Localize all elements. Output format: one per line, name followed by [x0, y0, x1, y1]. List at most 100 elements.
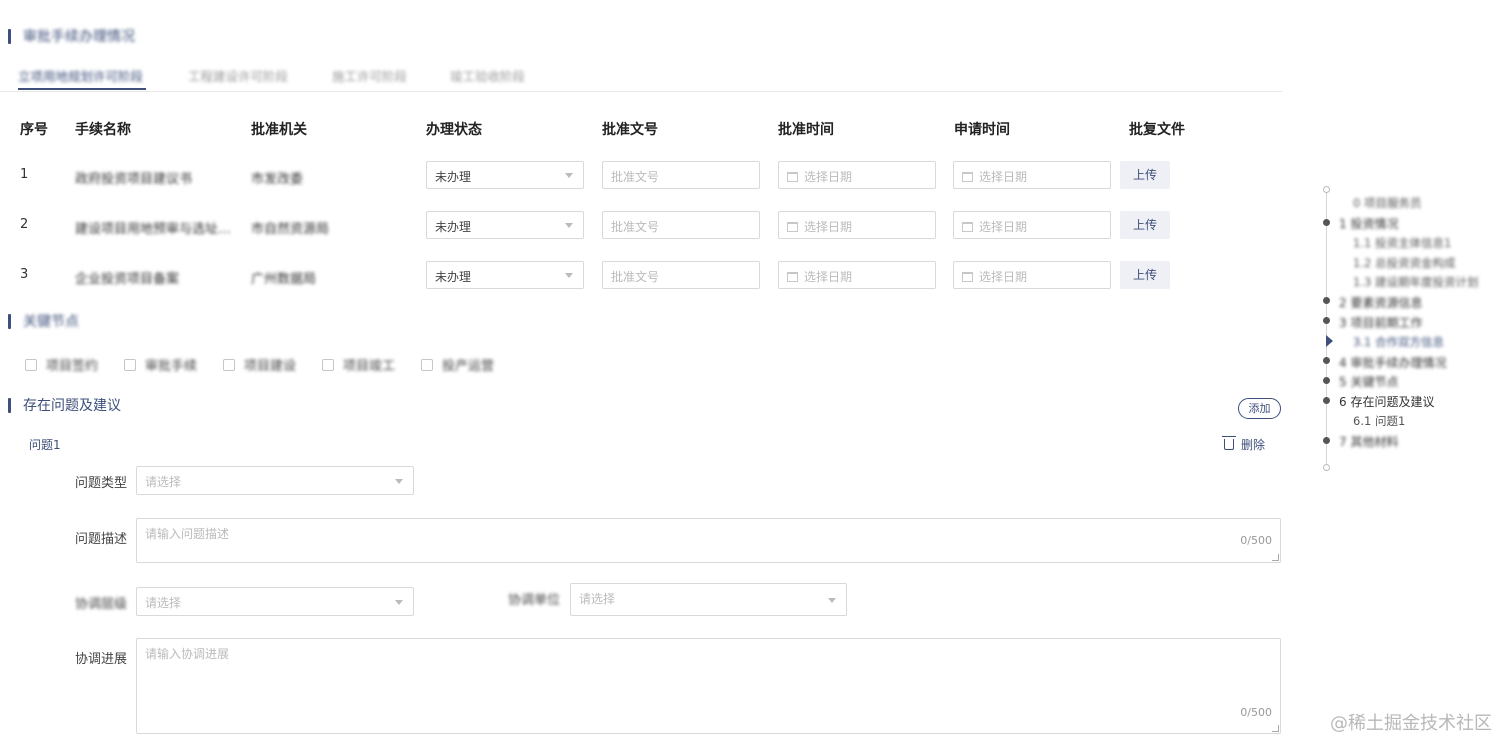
delete-label: 删除 [1241, 438, 1266, 452]
header-name: 手续名称 [75, 122, 131, 138]
upload-button[interactable]: 上传 [1120, 161, 1170, 189]
anchor-item[interactable]: 6 存在问题及建议 [1339, 393, 1434, 410]
anchor-item[interactable]: 1 投资情况 [1339, 215, 1398, 232]
anchor-item[interactable]: 1.3 建设期年度投资计划 [1353, 274, 1478, 290]
anchor-item[interactable]: 1.1 投资主体信息1 [1353, 235, 1451, 251]
add-problem-button[interactable]: 添加 [1238, 398, 1281, 419]
doc-no-input[interactable]: 批准文号 [602, 211, 760, 239]
anchor-item[interactable]: 0 项目服务员 [1353, 195, 1421, 211]
anchor-dot [1323, 377, 1330, 384]
apply-date-placeholder: 选择日期 [979, 220, 1028, 234]
anchor-item[interactable]: 2 要素资源信息 [1339, 294, 1422, 311]
anchor-dot [1323, 357, 1330, 364]
calendar-icon [962, 272, 973, 282]
active-anchor-arrow-icon [1326, 335, 1333, 347]
header-apply-date: 申请时间 [954, 122, 1010, 138]
doc-no-input[interactable]: 批准文号 [602, 161, 760, 189]
apply-date-picker[interactable]: 选择日期 [953, 161, 1111, 189]
problems-section-title-text: 存在问题及建议 [23, 398, 121, 414]
anchor-item[interactable]: 1.2 总投资资金构成 [1353, 255, 1455, 271]
coord-progress-textarea[interactable]: 请输入协调进展 0/500 [136, 638, 1281, 734]
status-select[interactable]: 未办理 [426, 211, 584, 239]
approve-date-placeholder: 选择日期 [804, 220, 853, 234]
problem-type-label: 问题类型 [75, 476, 128, 491]
anchor-dot [1323, 219, 1330, 226]
row-org: 市发改委 [251, 172, 304, 187]
checkbox-box[interactable] [25, 358, 37, 371]
tab-land-planning[interactable]: 立项用地规划许可阶段 [18, 66, 143, 85]
tab-work-permit[interactable]: 施工许可阶段 [332, 66, 407, 85]
apply-date-picker[interactable]: 选择日期 [953, 211, 1111, 239]
row-no: 2 [20, 217, 29, 232]
node-checkbox-construction[interactable]: 项目建设 [223, 355, 296, 374]
header-no: 序号 [20, 122, 48, 138]
node-checkbox-operation[interactable]: 投产运营 [421, 355, 494, 374]
header-reply-file: 批复文件 [1129, 122, 1185, 138]
anchor-item[interactable]: 7 其他材料 [1339, 433, 1398, 450]
coord-progress-counter: 0/500 [1240, 706, 1272, 719]
approve-date-picker[interactable]: 选择日期 [778, 161, 936, 189]
title-bar-accent [8, 313, 11, 329]
chevron-down-icon [565, 273, 573, 278]
status-select[interactable]: 未办理 [426, 261, 584, 289]
coord-level-select[interactable]: 请选择 [136, 587, 414, 616]
chevron-down-icon [395, 600, 403, 605]
chevron-down-icon [828, 598, 836, 603]
anchor-item[interactable]: 5 关键节点 [1339, 373, 1398, 390]
node-checkbox-completion[interactable]: 项目竣工 [322, 355, 395, 374]
checkbox-label: 项目建设 [244, 359, 297, 374]
delete-problem-button[interactable]: 删除 [1222, 436, 1266, 453]
chevron-down-icon [565, 173, 573, 178]
anchor-item[interactable]: 6.1 问题1 [1353, 413, 1405, 429]
status-select[interactable]: 未办理 [426, 161, 584, 189]
checkbox-box[interactable] [421, 358, 433, 371]
header-status: 办理状态 [426, 122, 482, 138]
checkbox-box[interactable] [124, 358, 136, 371]
approval-section-title-text: 审批手续办理情况 [23, 29, 135, 45]
coord-level-label: 协调层级 [75, 597, 128, 612]
anchor-item-active[interactable]: 3.1 合作双方信息 [1353, 334, 1444, 350]
upload-button[interactable]: 上传 [1120, 261, 1170, 289]
checkbox-label: 项目签约 [46, 359, 99, 374]
active-tab-indicator [18, 88, 146, 90]
problem-type-select[interactable]: 请选择 [136, 466, 414, 495]
approve-date-placeholder: 选择日期 [804, 170, 853, 184]
status-select-value: 未办理 [435, 170, 472, 184]
approve-date-picker[interactable]: 选择日期 [778, 261, 936, 289]
problem-desc-label: 问题描述 [75, 532, 128, 547]
calendar-icon [787, 172, 798, 182]
anchor-item[interactable]: 4 审批手续办理情况 [1339, 354, 1446, 371]
checkbox-box[interactable] [322, 358, 334, 371]
nodes-section-title-text: 关键节点 [23, 314, 79, 330]
anchor-nav-line [1326, 190, 1327, 468]
calendar-icon [787, 272, 798, 282]
upload-button[interactable]: 上传 [1120, 211, 1170, 239]
node-checkbox-approval[interactable]: 审批手续 [124, 355, 197, 374]
problem-item-title: 问题1 [29, 438, 61, 452]
tab-completion[interactable]: 竣工验收阶段 [450, 66, 525, 85]
checkbox-box[interactable] [223, 358, 235, 371]
title-bar-accent [8, 28, 11, 44]
approve-date-picker[interactable]: 选择日期 [778, 211, 936, 239]
row-org: 广州数据局 [251, 272, 317, 287]
anchor-dot-start [1323, 186, 1330, 193]
node-checkbox-signing[interactable]: 项目签约 [25, 355, 98, 374]
tab-construction-permit[interactable]: 工程建设许可阶段 [188, 66, 288, 85]
apply-date-picker[interactable]: 选择日期 [953, 261, 1111, 289]
approve-date-placeholder: 选择日期 [804, 270, 853, 284]
problem-desc-textarea[interactable]: 请输入问题描述 0/500 [136, 518, 1281, 563]
coord-unit-select[interactable]: 请选择 [570, 583, 847, 616]
resize-handle-icon[interactable] [1272, 725, 1279, 732]
apply-date-placeholder: 选择日期 [979, 170, 1028, 184]
resize-handle-icon[interactable] [1272, 554, 1279, 561]
coord-level-placeholder: 请选择 [145, 596, 182, 610]
doc-no-input[interactable]: 批准文号 [602, 261, 760, 289]
checkbox-label: 项目竣工 [343, 359, 396, 374]
chevron-down-icon [395, 479, 403, 484]
calendar-icon [962, 222, 973, 232]
status-select-value: 未办理 [435, 270, 472, 284]
anchor-dot [1323, 297, 1330, 304]
coord-progress-label: 协调进展 [75, 652, 128, 667]
row-no: 1 [20, 167, 29, 182]
anchor-item[interactable]: 3 项目前期工作 [1339, 314, 1422, 331]
